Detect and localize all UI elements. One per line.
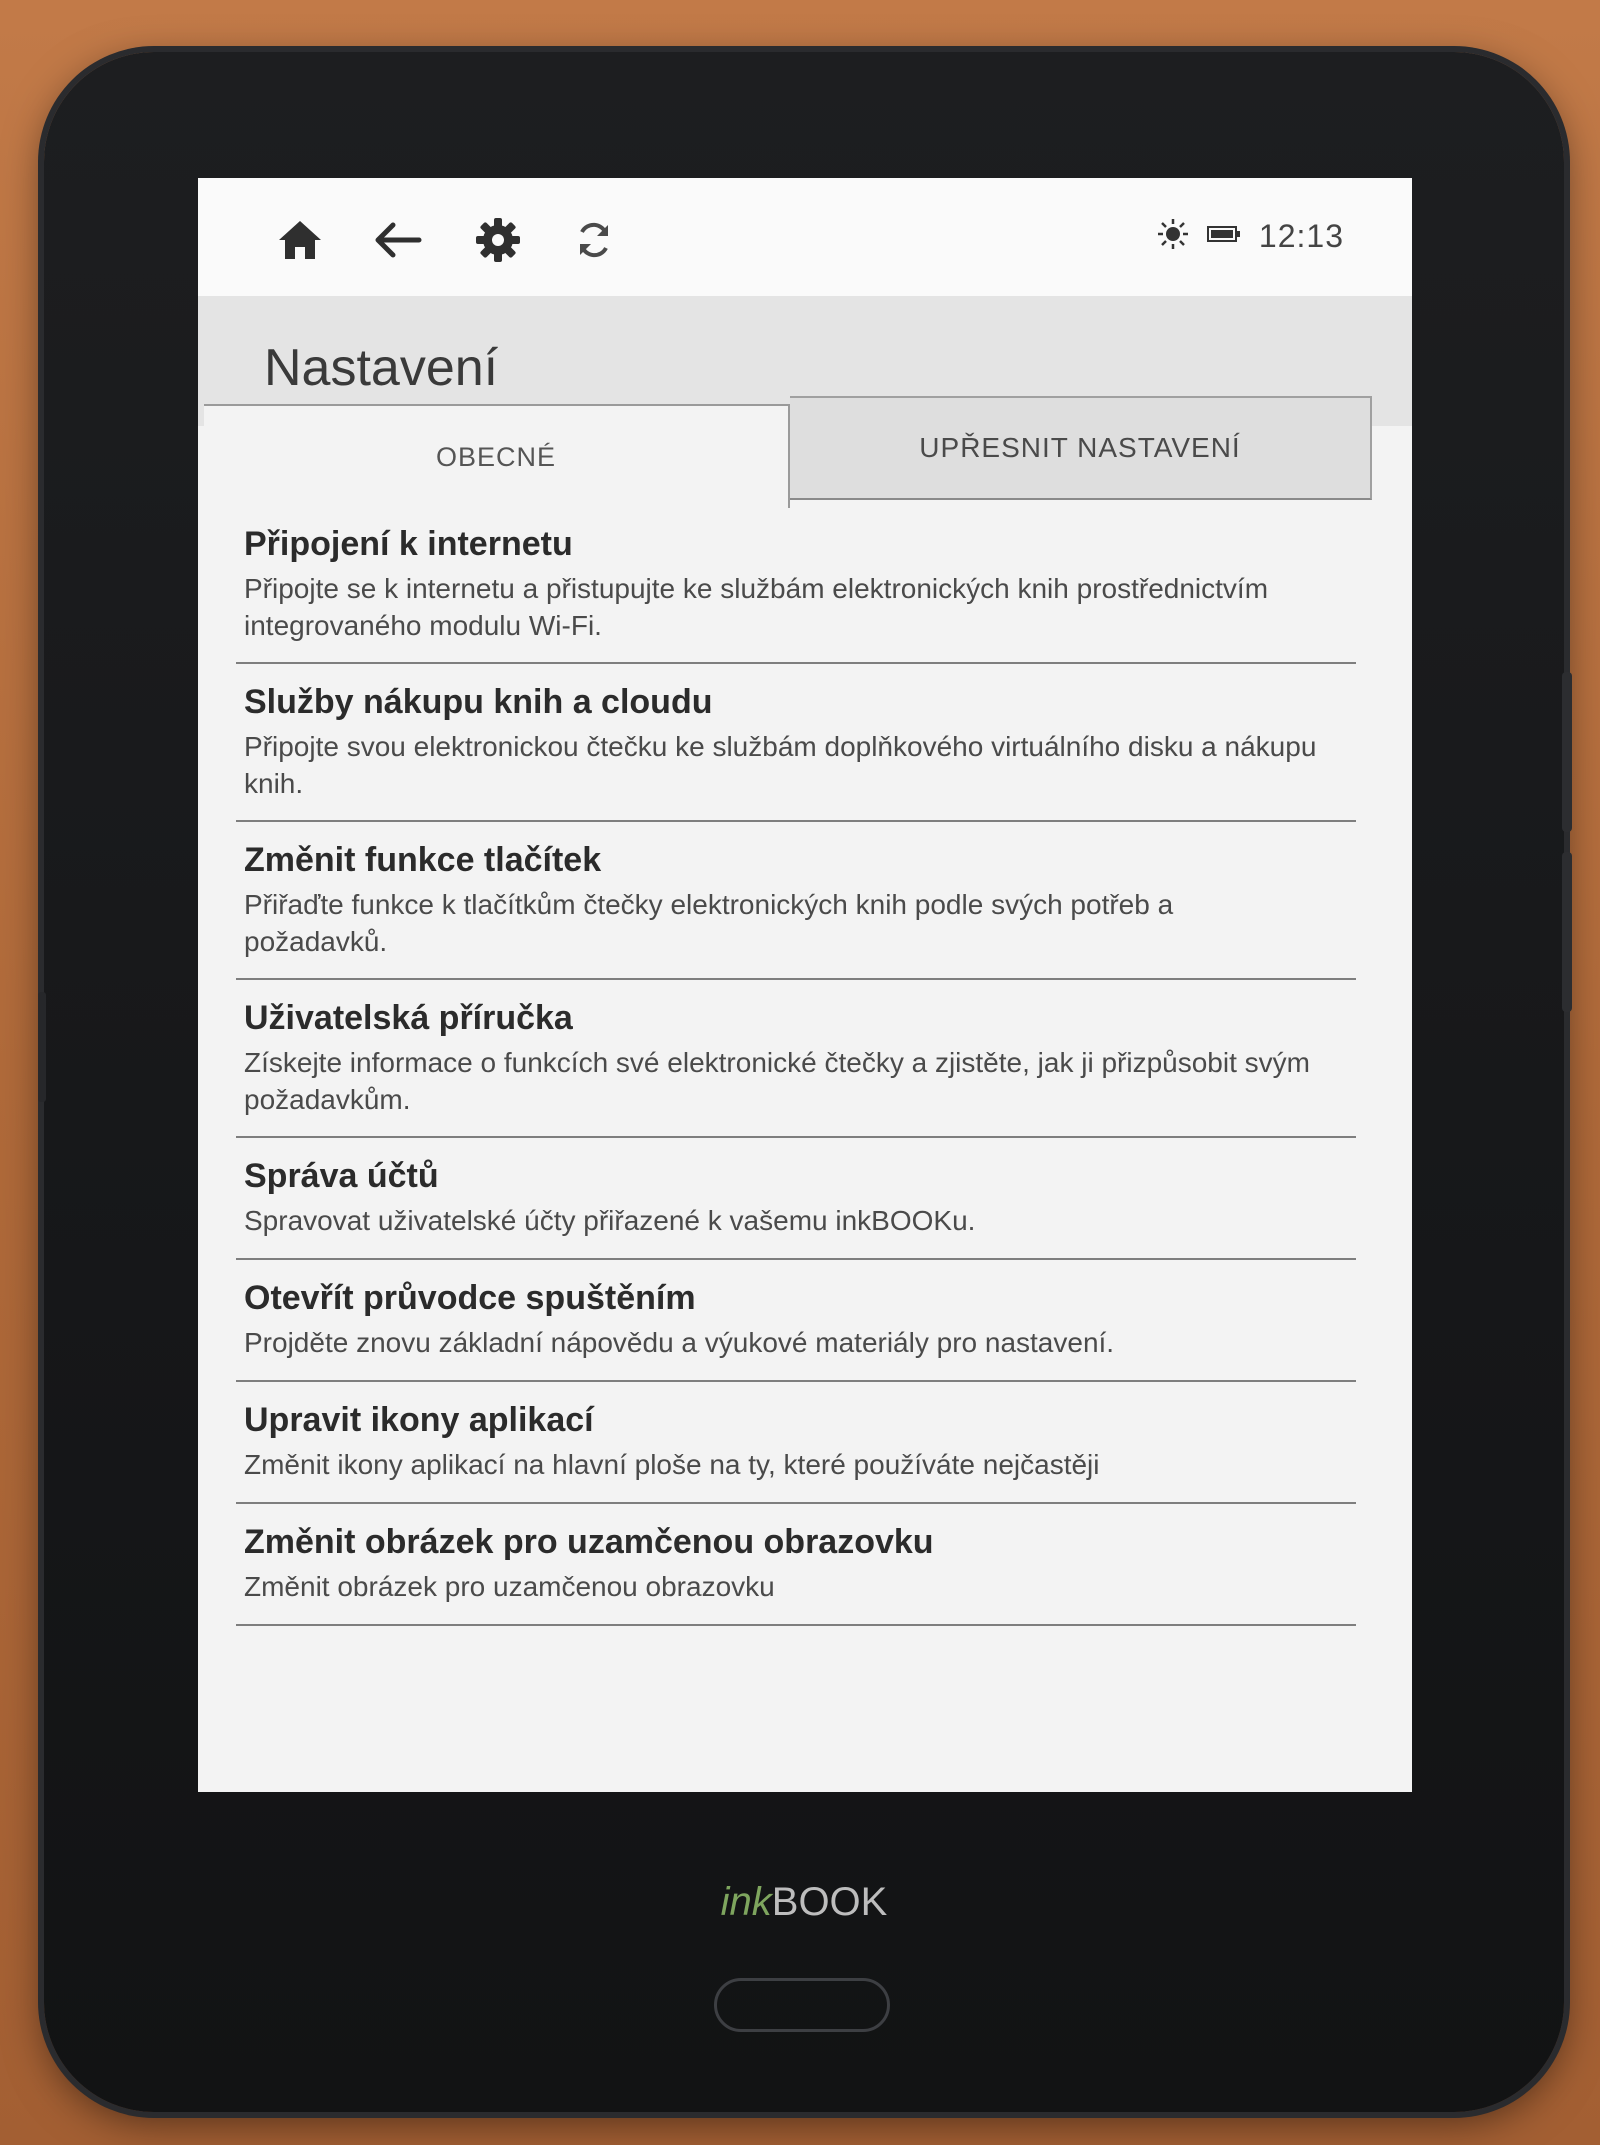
ereader-screen: 12:13 Nastavení OBECNÉ UPŘESNIT NASTAVEN… xyxy=(198,178,1412,1792)
home-icon[interactable] xyxy=(270,210,330,270)
item-title: Změnit funkce tlačítek xyxy=(244,841,602,879)
settings-list: Připojení k internetu Připojte se k inte… xyxy=(236,524,1356,1644)
list-item-button-functions[interactable]: Změnit funkce tlačítek Přiřaďte funkce k… xyxy=(236,840,1356,980)
list-item-user-guide[interactable]: Uživatelská příručka Získejte informace … xyxy=(236,998,1356,1138)
item-description: Připojte svou elektronickou čtečku ke sl… xyxy=(244,731,1317,799)
top-bar: 12:13 xyxy=(198,178,1412,296)
item-title: Uživatelská příručka xyxy=(244,999,573,1037)
battery-icon xyxy=(1206,224,1241,249)
tab-bar: OBECNÉ UPŘESNIT NASTAVENÍ xyxy=(198,396,1412,508)
item-description: Změnit ikony aplikací na hlavní ploše na… xyxy=(244,1449,1100,1480)
brand-logo-prefix: ink xyxy=(720,1880,772,1924)
page-back-button[interactable] xyxy=(1562,852,1572,1012)
settings-gear-icon[interactable] xyxy=(468,210,528,270)
item-title: Upravit ikony aplikací xyxy=(244,1401,594,1439)
list-item-setup-wizard[interactable]: Otevřít průvodce spuštěním Projděte znov… xyxy=(236,1278,1356,1382)
status-area: 12:13 xyxy=(1157,218,1344,255)
brightness-icon[interactable] xyxy=(1157,218,1189,255)
sync-icon[interactable] xyxy=(564,210,624,270)
tab-general[interactable]: OBECNÉ xyxy=(204,404,790,508)
list-item-lockscreen-image[interactable]: Změnit obrázek pro uzamčenou obrazovku Z… xyxy=(236,1522,1356,1626)
item-description: Přiřaďte funkce k tlačítkům čtečky elekt… xyxy=(244,889,1174,957)
back-arrow-icon[interactable] xyxy=(368,210,428,270)
item-title: Připojení k internetu xyxy=(244,525,573,563)
list-item-app-icons[interactable]: Upravit ikony aplikací Změnit ikony apli… xyxy=(236,1400,1356,1504)
item-title: Změnit obrázek pro uzamčenou obrazovku xyxy=(244,1523,934,1561)
clock: 12:13 xyxy=(1258,218,1344,254)
item-description: Připojte se k internetu a přistupujte ke… xyxy=(244,573,1269,641)
item-title: Služby nákupu knih a cloudu xyxy=(244,683,713,721)
item-title: Správa účtů xyxy=(244,1157,439,1195)
list-item-account-management[interactable]: Správa účtů Spravovat uživatelské účty p… xyxy=(236,1156,1356,1260)
item-description: Změnit obrázek pro uzamčenou obrazovku xyxy=(244,1571,775,1602)
item-description: Získejte informace o funkcích své elektr… xyxy=(244,1047,1310,1115)
brand-logo-suffix: BOOK xyxy=(771,1880,888,1924)
brand-logo: inkBOOK xyxy=(44,1880,1564,1925)
list-item-internet[interactable]: Připojení k internetu Připojte se k inte… xyxy=(236,524,1356,664)
item-description: Spravovat uživatelské účty přiřazené k v… xyxy=(244,1205,976,1236)
list-item-book-services[interactable]: Služby nákupu knih a cloudu Připojte svo… xyxy=(236,682,1356,822)
page-title: Nastavení xyxy=(264,339,499,397)
tab-advanced-settings[interactable]: UPŘESNIT NASTAVENÍ xyxy=(790,396,1372,500)
page-forward-button[interactable] xyxy=(1562,672,1572,832)
hardware-home-button[interactable] xyxy=(714,1978,890,2032)
item-title: Otevřít průvodce spuštěním xyxy=(244,1279,696,1317)
device-notch xyxy=(38,992,46,1102)
item-description: Projděte znovu základní nápovědu a výuko… xyxy=(244,1327,1115,1358)
